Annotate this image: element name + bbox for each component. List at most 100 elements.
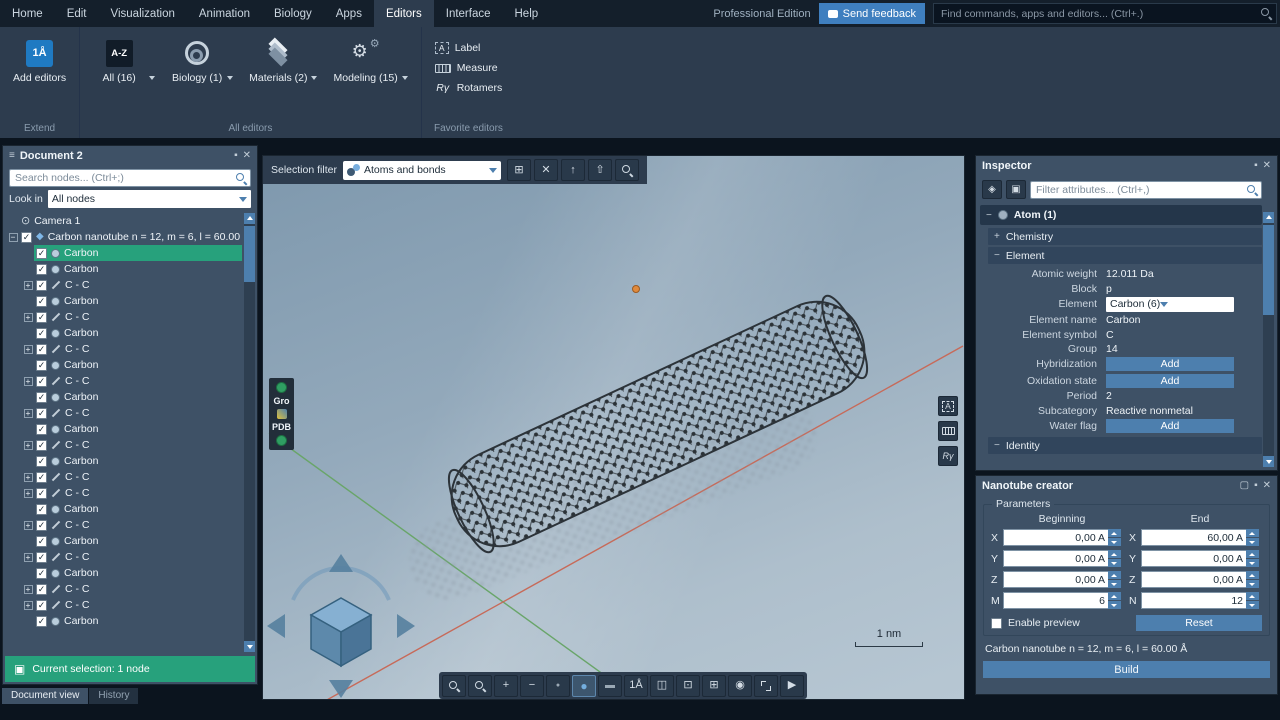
default-editor-button[interactable]: 1Å bbox=[624, 675, 648, 697]
collapse-icon[interactable]: − bbox=[994, 250, 1000, 261]
expand-icon[interactable]: + bbox=[24, 281, 33, 290]
export-icon[interactable] bbox=[277, 409, 287, 419]
pick-mode-button[interactable]: ▣ bbox=[1006, 180, 1026, 199]
spin-down-button[interactable] bbox=[1108, 538, 1121, 546]
panel-tab[interactable]: Document view bbox=[2, 688, 88, 704]
scroll-up-button[interactable] bbox=[1263, 212, 1274, 223]
spin-up-button[interactable] bbox=[1108, 529, 1121, 537]
atom-section-header[interactable]: − Atom (1) bbox=[980, 205, 1262, 225]
zoom-window-button[interactable] bbox=[442, 675, 466, 697]
spin-down-button[interactable] bbox=[1246, 580, 1259, 588]
tree-node[interactable]: + ✓ Carbon bbox=[22, 565, 242, 581]
node-checkbox[interactable]: ✓ bbox=[36, 440, 47, 451]
section-element[interactable]: − Element bbox=[988, 247, 1262, 264]
nav-up-arrow[interactable] bbox=[329, 554, 353, 572]
property-value[interactable]: 2 bbox=[1106, 390, 1262, 402]
parameter-input[interactable]: 12 bbox=[1141, 592, 1259, 609]
nav-down-arrow[interactable] bbox=[329, 680, 353, 698]
enable-preview-checkbox[interactable] bbox=[991, 618, 1002, 629]
pin-icon[interactable]: ▪ bbox=[1254, 481, 1258, 491]
expand-icon[interactable]: + bbox=[24, 553, 33, 562]
chevron-down-icon[interactable] bbox=[311, 76, 317, 80]
parameter-input[interactable]: 0,00 A bbox=[1141, 550, 1259, 567]
close-icon[interactable]: ✕ bbox=[1263, 161, 1271, 171]
tree-node[interactable]: + ✓ C - C bbox=[22, 581, 242, 597]
node-checkbox[interactable]: ✓ bbox=[36, 264, 47, 275]
expand-icon[interactable]: + bbox=[24, 313, 33, 322]
tree-node[interactable]: + ✓ C - C bbox=[22, 549, 242, 565]
section-identity[interactable]: − Identity bbox=[988, 437, 1262, 454]
style-ball-and-stick-button[interactable]: ● bbox=[572, 675, 596, 697]
property-value[interactable]: Add bbox=[1106, 419, 1234, 433]
menubar-item[interactable]: Apps bbox=[324, 0, 374, 27]
node-checkbox[interactable]: ✓ bbox=[36, 456, 47, 467]
zoom-out-button[interactable]: − bbox=[520, 675, 544, 697]
parameter-input[interactable]: 0,00 A bbox=[1003, 550, 1121, 567]
node-checkbox[interactable]: ✓ bbox=[36, 568, 47, 579]
menubar-item[interactable]: Visualization bbox=[99, 0, 187, 27]
viewport-3d[interactable]: Selection filter Atoms and bonds ⊞ ✕ bbox=[262, 155, 965, 700]
command-search-input[interactable] bbox=[933, 3, 1277, 24]
spin-up-button[interactable] bbox=[1246, 592, 1259, 600]
tree-node[interactable]: + ✓ C - C bbox=[22, 277, 242, 293]
play-button[interactable]: ▶ bbox=[780, 675, 804, 697]
menubar-item[interactable]: Home bbox=[0, 0, 55, 27]
node-checkbox[interactable]: ✓ bbox=[21, 232, 32, 243]
node-checkbox[interactable]: ✓ bbox=[36, 472, 47, 483]
expand-icon[interactable]: + bbox=[24, 345, 33, 354]
expand-icon[interactable]: + bbox=[24, 441, 33, 450]
zoom-on-selection-button[interactable] bbox=[615, 159, 639, 181]
magnifier-button[interactable] bbox=[468, 675, 492, 697]
tree-node[interactable]: + ✓ C - C bbox=[22, 469, 242, 485]
add-editors-button[interactable]: 1Å Add editors bbox=[13, 38, 66, 84]
editors-materials-button[interactable]: Materials (2) bbox=[249, 38, 317, 84]
selection-filter-dropdown[interactable]: Atoms and bonds bbox=[343, 161, 501, 180]
pdb-label[interactable]: PDB bbox=[272, 422, 291, 432]
parameter-input[interactable]: 0,00 A bbox=[1003, 529, 1121, 546]
expand-icon[interactable]: + bbox=[24, 521, 33, 530]
spin-down-button[interactable] bbox=[1108, 559, 1121, 567]
node-checkbox[interactable]: ✓ bbox=[36, 616, 47, 627]
parameter-input[interactable]: 6 bbox=[1003, 592, 1121, 609]
style-flat-button[interactable]: ▬ bbox=[598, 675, 622, 697]
tree-node[interactable]: + ✓ C - C bbox=[22, 517, 242, 533]
spin-up-button[interactable] bbox=[1108, 550, 1121, 558]
expand-icon[interactable]: + bbox=[24, 377, 33, 386]
property-value[interactable]: Add bbox=[1106, 374, 1234, 388]
parameter-input[interactable]: 60,00 A bbox=[1141, 529, 1259, 546]
expand-icon[interactable]: + bbox=[994, 231, 1000, 242]
pin-icon[interactable]: ▪ bbox=[1254, 161, 1258, 171]
property-value[interactable]: Reactive nonmetal bbox=[1106, 405, 1262, 417]
favorite-measure-button[interactable]: Measure bbox=[435, 58, 503, 78]
scroll-up-button[interactable] bbox=[244, 213, 255, 224]
property-value[interactable]: C bbox=[1106, 329, 1262, 341]
tree-node[interactable]: + ✓ C - C bbox=[22, 597, 242, 613]
spin-down-button[interactable] bbox=[1246, 601, 1259, 609]
expand-icon[interactable]: + bbox=[24, 473, 33, 482]
section-chemistry[interactable]: + Chemistry bbox=[988, 228, 1262, 245]
tree-node[interactable]: + ✓ Carbon bbox=[22, 501, 242, 517]
node-checkbox[interactable]: ✓ bbox=[36, 552, 47, 563]
tree-node-root[interactable]: − ✓ ◆ Carbon nanotube n = 12, m = 6, l =… bbox=[7, 229, 242, 245]
property-value[interactable]: Carbon bbox=[1106, 314, 1262, 326]
send-feedback-button[interactable]: Send feedback bbox=[819, 3, 925, 24]
editors-all-button[interactable]: A-Z All (16) bbox=[93, 38, 155, 84]
tree-node-camera[interactable]: ⊙ Camera 1 bbox=[7, 213, 242, 229]
tree-node[interactable]: + ✓ C - C bbox=[22, 405, 242, 421]
node-checkbox[interactable]: ✓ bbox=[36, 488, 47, 499]
node-checkbox[interactable]: ✓ bbox=[36, 248, 47, 259]
expand-selection-button[interactable]: ⇧ bbox=[588, 159, 612, 181]
tree-node[interactable]: + ✓ Carbon bbox=[22, 357, 242, 373]
property-value[interactable]: p bbox=[1106, 283, 1262, 295]
nav-left-arrow[interactable] bbox=[267, 614, 285, 638]
menubar-item[interactable]: Interface bbox=[434, 0, 503, 27]
spin-down-button[interactable] bbox=[1246, 559, 1259, 567]
tree-scrollbar[interactable] bbox=[244, 213, 255, 652]
node-checkbox[interactable]: ✓ bbox=[36, 520, 47, 531]
node-checkbox[interactable]: ✓ bbox=[36, 600, 47, 611]
tree-node[interactable]: + ✓ Carbon bbox=[22, 293, 242, 309]
chevron-down-icon[interactable] bbox=[402, 76, 408, 80]
parameter-input[interactable]: 0,00 A bbox=[1003, 571, 1121, 588]
favorite-rotamers-button[interactable]: Rγ Rotamers bbox=[435, 78, 503, 98]
tree-node[interactable]: + ✓ Carbon bbox=[22, 389, 242, 405]
